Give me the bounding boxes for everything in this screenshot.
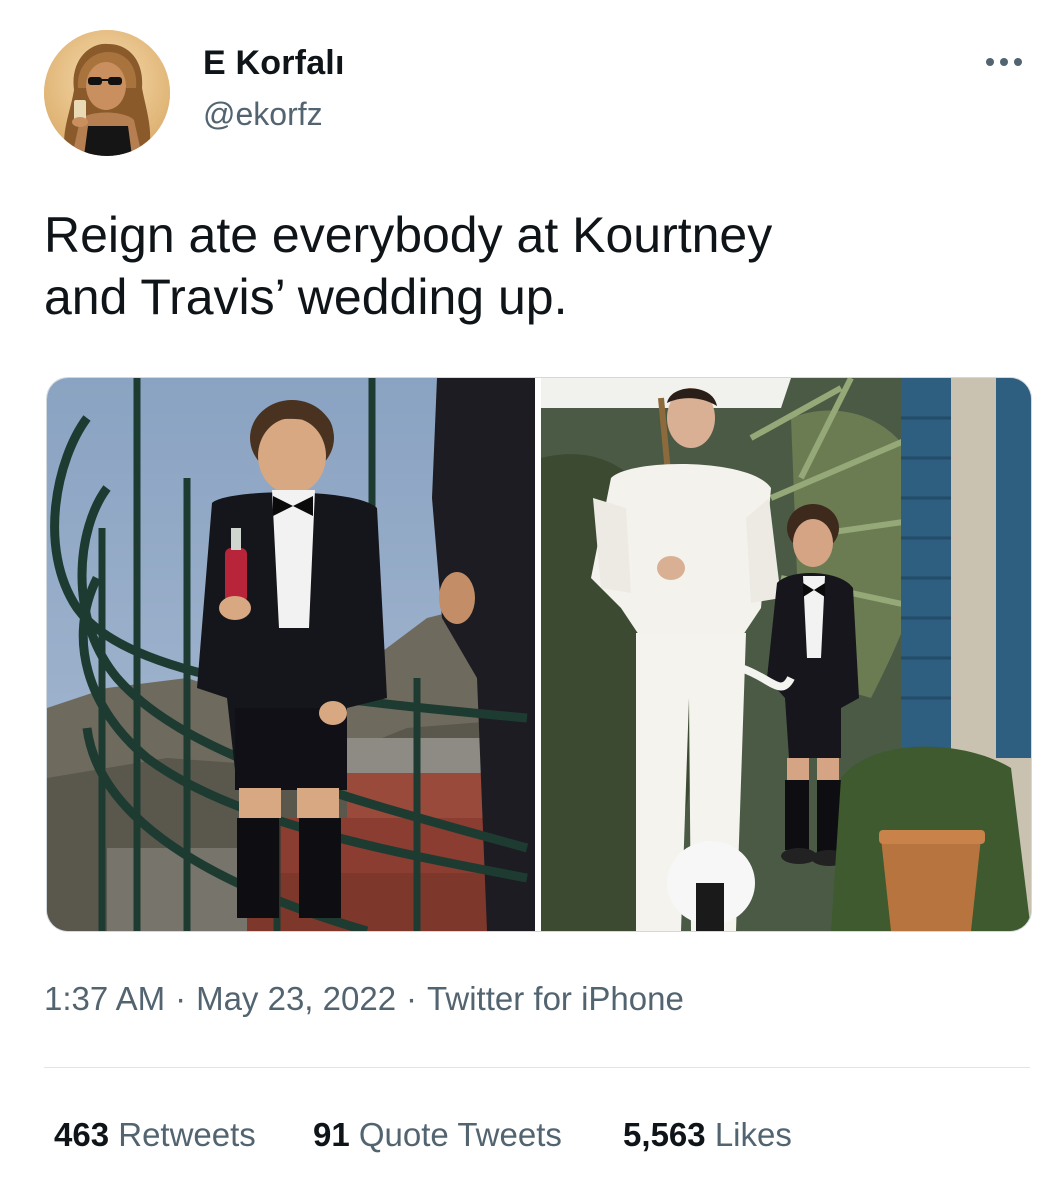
tweet-text: Reign ate everybody at Kourtney and Trav… [44,204,1004,328]
photo-1-image [47,378,535,931]
retweets-stat[interactable]: 463 Retweets [54,1116,256,1154]
media-gallery[interactable] [46,377,1032,932]
avatar-image [44,30,170,156]
retweets-label: Retweets [118,1116,256,1153]
display-name[interactable]: E Korfalı [203,44,345,83]
avatar[interactable] [44,30,170,156]
more-options-icon[interactable] [976,40,1032,84]
tweet-meta: 1:37 AM · May 23, 2022 · Twitter for iPhone [44,980,684,1018]
photo-2[interactable] [541,378,1031,931]
meta-separator: · [175,980,187,1017]
tweet-card: E Korfalı @ekorfz Reign ate everybody at… [0,0,1045,1200]
retweets-count: 463 [54,1116,110,1153]
photo-2-image [541,378,1031,931]
meta-separator: · [406,980,418,1017]
tweet-date[interactable]: May 23, 2022 [196,980,396,1017]
tweet-time[interactable]: 1:37 AM [44,980,165,1017]
quote-tweets-label: Quote Tweets [358,1116,562,1153]
likes-count: 5,563 [623,1116,706,1153]
divider [44,1067,1030,1068]
likes-stat[interactable]: 5,563 Likes [623,1116,792,1154]
quote-tweets-count: 91 [312,1116,350,1153]
tweet-text-line: and Travis’ wedding up. [44,269,568,325]
tweet-text-line: Reign ate everybody at Kourtney [44,207,773,263]
user-handle[interactable]: @ekorfz [203,96,323,133]
likes-label: Likes [714,1116,792,1153]
quote-tweets-stat[interactable]: 91 Quote Tweets [313,1116,562,1154]
tweet-source[interactable]: Twitter for iPhone [427,980,684,1017]
photo-1[interactable] [47,378,535,931]
tweet-stats: 463 Retweets 91 Quote Tweets 5,563 Likes [54,1116,792,1154]
